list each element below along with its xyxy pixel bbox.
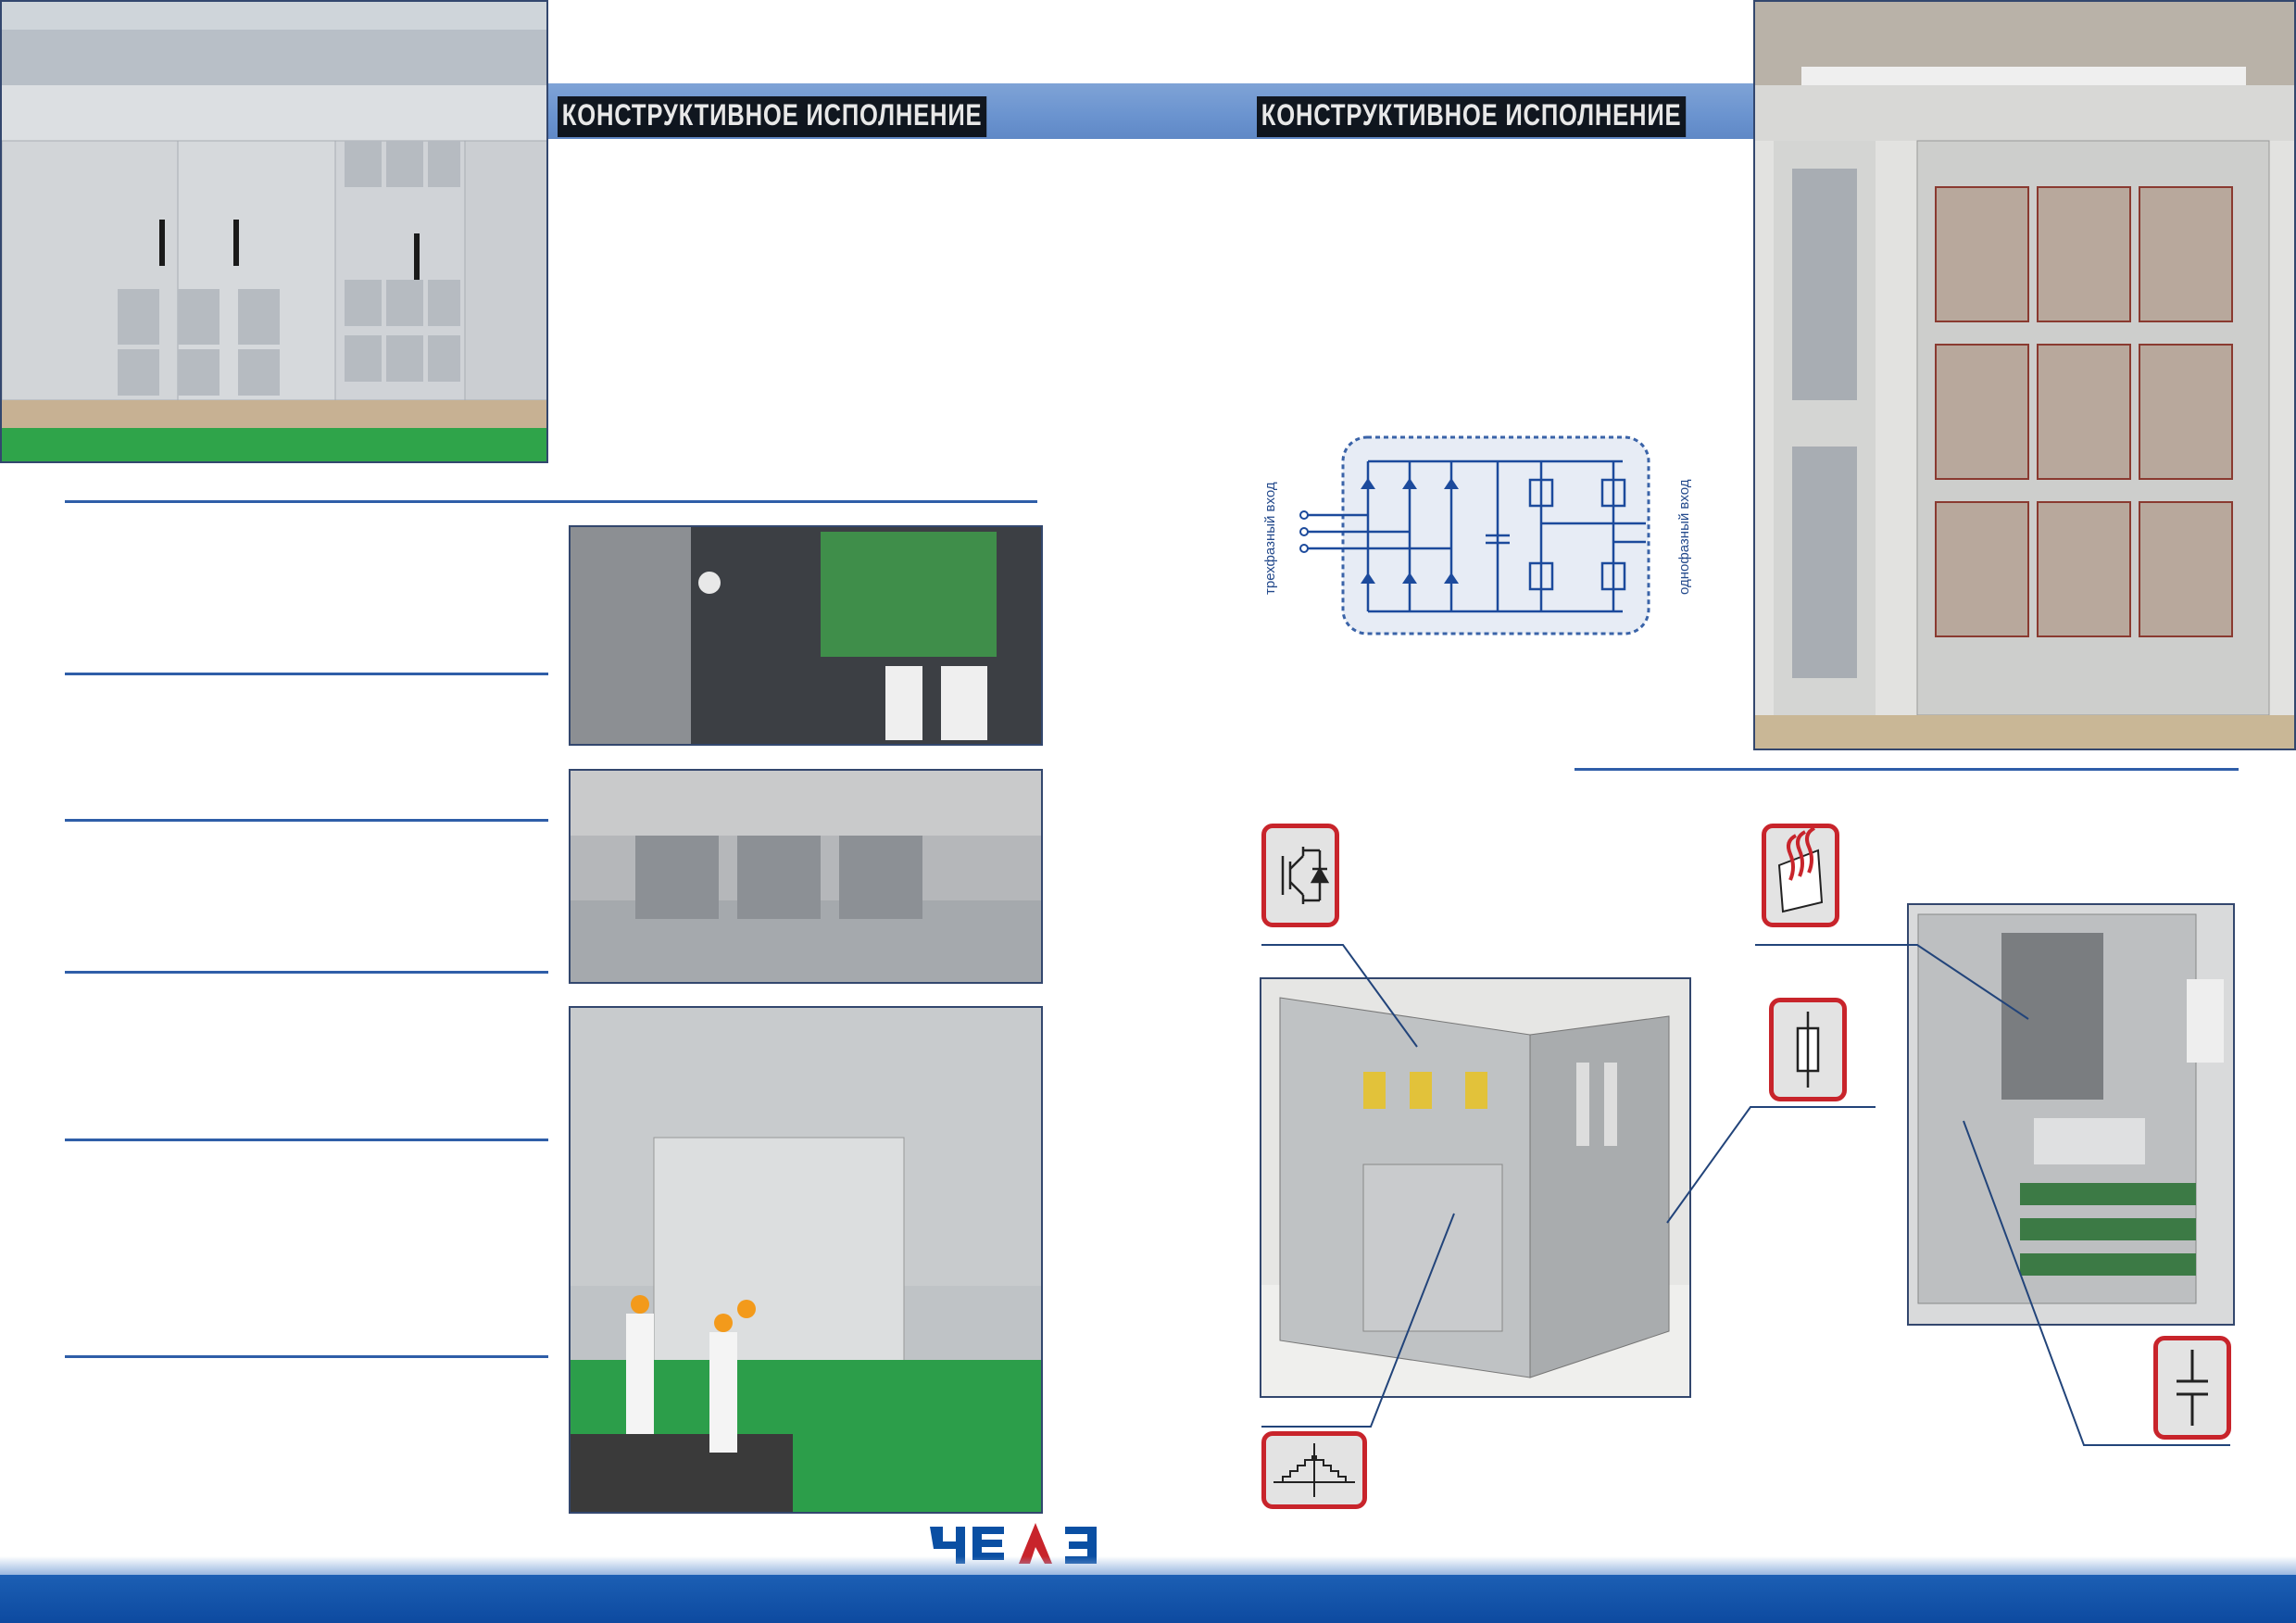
footer-fade: [0, 1556, 2296, 1577]
leader-lines: [1261, 944, 2230, 1446]
footer-bar: [0, 1575, 2296, 1623]
